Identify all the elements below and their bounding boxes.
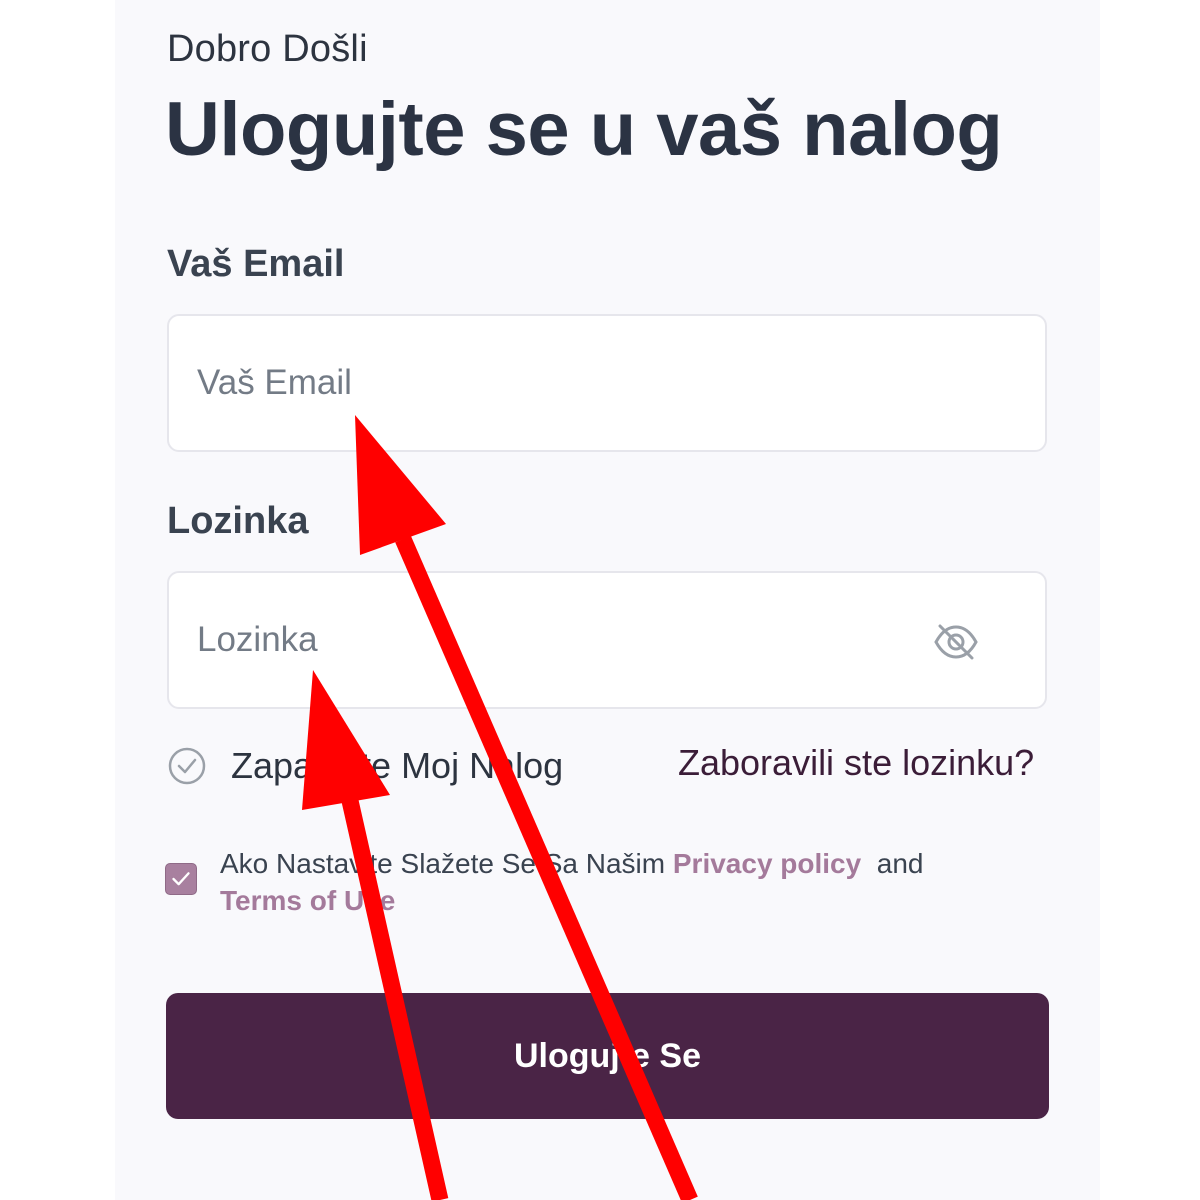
- email-input[interactable]: [197, 316, 937, 450]
- password-input[interactable]: [197, 573, 937, 707]
- terms-intro-text: Ako Nastavite Slažete Se Sa Našim: [220, 848, 666, 879]
- password-label: Lozinka: [167, 500, 309, 542]
- forgot-password-link[interactable]: Zaboravili ste lozinku?: [678, 742, 1034, 784]
- page-title: Ulogujte se u vaš nalog: [165, 87, 1003, 172]
- terms-text: Ako Nastavite Slažete Se Sa Našim Privac…: [220, 845, 1040, 919]
- circle-check-icon[interactable]: [167, 746, 207, 786]
- check-icon: [172, 872, 190, 886]
- eye-off-icon[interactable]: [933, 623, 979, 661]
- privacy-policy-link[interactable]: Privacy policy: [673, 848, 861, 879]
- welcome-greeting: Dobro Došli: [167, 28, 368, 70]
- remember-me-label: Zapamtite Moj Nalog: [231, 745, 564, 786]
- password-input-box[interactable]: [167, 571, 1047, 709]
- remember-me-toggle[interactable]: Zapamtite Moj Nalog: [167, 742, 563, 790]
- login-screen: Dobro Došli Ulogujte se u vaš nalog Vaš …: [0, 0, 1200, 1200]
- terms-conjunction: and: [876, 848, 924, 879]
- terms-of-use-link[interactable]: Terms of Use: [220, 885, 395, 916]
- login-button[interactable]: Ulogujte Se: [166, 993, 1049, 1119]
- email-label: Vaš Email: [167, 243, 345, 285]
- terms-checkbox[interactable]: [165, 863, 197, 895]
- email-input-box[interactable]: [167, 314, 1047, 452]
